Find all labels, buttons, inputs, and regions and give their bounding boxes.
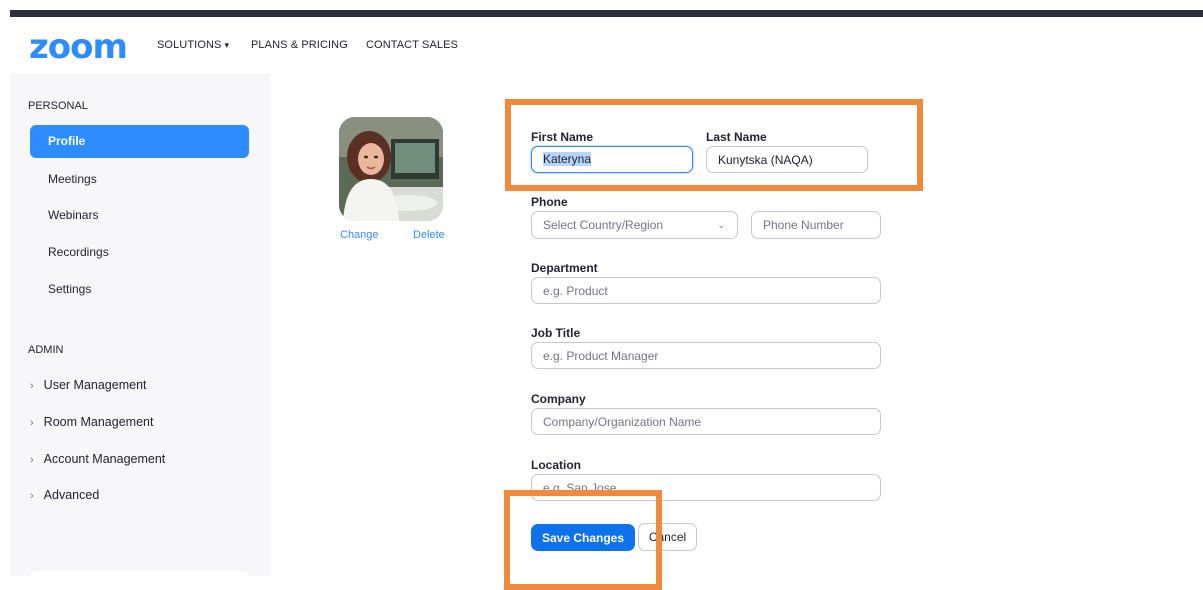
last-name-label: Last Name (706, 130, 767, 144)
sidebar-item-label: Advanced (43, 488, 100, 502)
sidebar-bottom-card (30, 571, 249, 581)
sidebar-heading-admin: ADMIN (28, 344, 64, 356)
save-changes-button[interactable]: Save Changes (531, 524, 635, 551)
location-label: Location (531, 458, 581, 472)
caret-down-icon: ▾ (224, 40, 230, 50)
delete-photo-link[interactable]: Delete (413, 229, 445, 241)
nav-solutions-label: SOLUTIONS (157, 39, 222, 51)
chevron-down-icon: ⌄ (717, 220, 725, 230)
phone-label: Phone (531, 195, 568, 209)
first-name-field[interactable]: Kateryna (531, 146, 693, 173)
country-region-placeholder: Select Country/Region (543, 218, 664, 232)
first-name-value: Kateryna (543, 152, 592, 166)
sidebar-item-account-management[interactable]: › Account Management (30, 452, 165, 466)
chevron-right-icon: › (30, 380, 34, 392)
last-name-field[interactable] (706, 146, 868, 173)
sidebar-item-advanced[interactable]: › Advanced (30, 488, 99, 502)
nav-contact-sales[interactable]: CONTACT SALES (366, 39, 458, 51)
chevron-right-icon: › (30, 490, 34, 502)
country-region-select[interactable]: Select Country/Region ⌄ (531, 211, 738, 239)
sidebar-item-settings[interactable]: Settings (30, 273, 249, 306)
sidebar-item-recordings[interactable]: Recordings (30, 236, 249, 269)
sidebar-item-label: User Management (43, 378, 147, 392)
department-field[interactable] (531, 277, 881, 304)
zoom-logo[interactable]: zoom (29, 30, 128, 64)
cancel-button[interactable]: Cancel (638, 523, 697, 551)
sidebar-item-user-management[interactable]: › User Management (30, 378, 147, 392)
sidebar-item-room-management[interactable]: › Room Management (30, 415, 153, 429)
company-field[interactable] (531, 408, 881, 435)
chevron-right-icon: › (30, 454, 34, 466)
location-field[interactable] (531, 474, 881, 501)
nav-plans-pricing[interactable]: PLANS & PRICING (251, 39, 348, 51)
change-photo-link[interactable]: Change (340, 229, 379, 241)
sidebar-item-label: Room Management (43, 415, 154, 429)
sidebar-item-label: Account Management (43, 452, 166, 466)
company-label: Company (531, 392, 586, 406)
job-title-field[interactable] (531, 342, 881, 369)
sidebar: PERSONAL Profile Meetings Webinars Recor… (10, 74, 271, 581)
sidebar-item-meetings[interactable]: Meetings (30, 163, 249, 196)
chevron-right-icon: › (30, 417, 34, 429)
nav-solutions[interactable]: SOLUTIONS ▾ (157, 39, 229, 51)
department-label: Department (531, 261, 598, 275)
sidebar-heading-personal: PERSONAL (28, 100, 88, 112)
sidebar-item-webinars[interactable]: Webinars (30, 199, 249, 232)
profile-photo-image (339, 117, 443, 221)
sidebar-item-profile[interactable]: Profile (30, 125, 249, 158)
profile-photo[interactable] (339, 117, 443, 221)
annotation-highlight-name-fields (505, 99, 923, 191)
top-dark-bar (10, 10, 1203, 17)
job-title-label: Job Title (531, 326, 581, 340)
site-header: zoom SOLUTIONS ▾ PLANS & PRICING CONTACT … (0, 17, 1203, 74)
first-name-label: First Name (531, 130, 594, 144)
phone-number-field[interactable] (751, 211, 881, 239)
